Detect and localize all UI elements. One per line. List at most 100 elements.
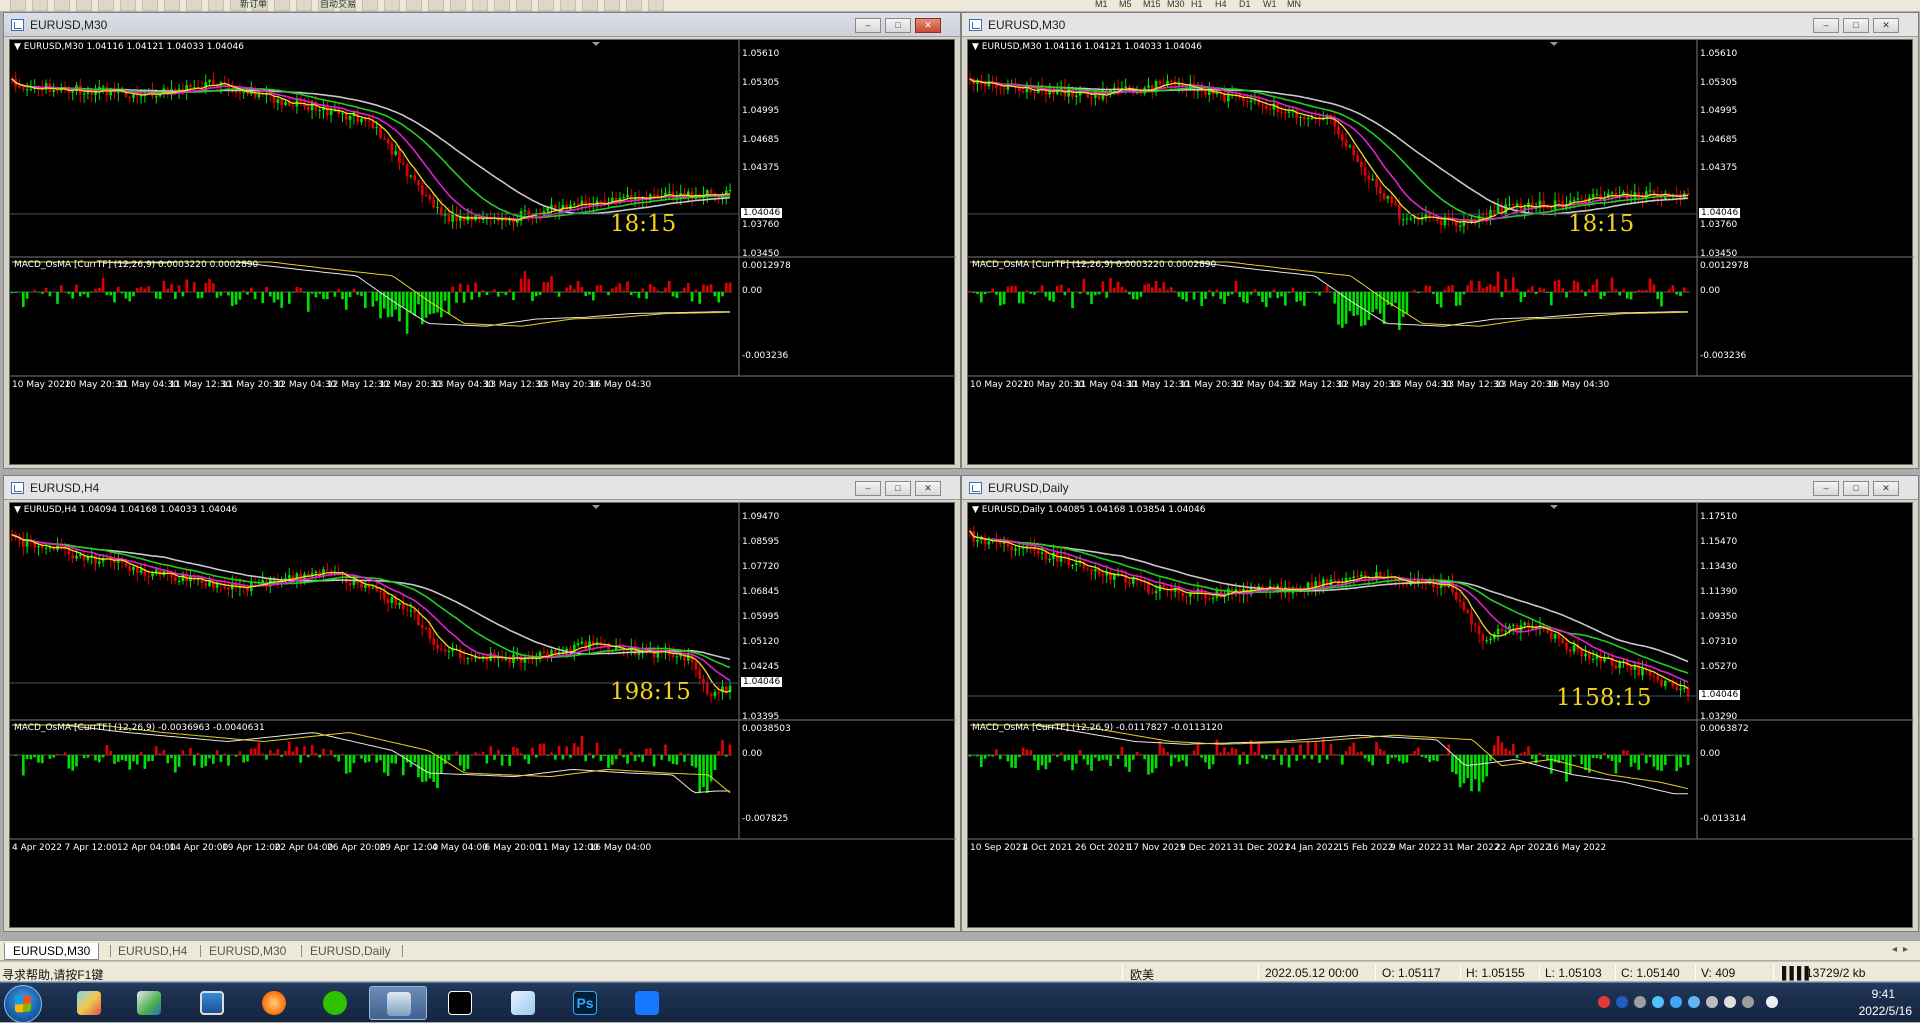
- taskbar-app-wechat[interactable]: [306, 986, 364, 1020]
- tab-eurusd-h4[interactable]: EURUSD,H4: [110, 943, 195, 960]
- toolbar-button[interactable]: [582, 0, 598, 11]
- price-axis-tick: 1.11390: [1700, 587, 1738, 597]
- toolbar-item[interactable]: H4: [1215, 0, 1227, 9]
- toolbar-button[interactable]: [142, 0, 158, 11]
- toolbar-button[interactable]: [406, 0, 422, 11]
- toolbar-button[interactable]: [98, 0, 114, 11]
- toolbar-item[interactable]: MN: [1287, 0, 1301, 9]
- toolbar-button[interactable]: [296, 0, 312, 11]
- chart-window-eurusd-daily[interactable]: EURUSD,Daily – □ ✕ ▼ EURUSD,Daily 1.0408…: [961, 475, 1919, 932]
- maximize-button[interactable]: □: [1843, 18, 1869, 33]
- toolbar-button[interactable]: [164, 0, 180, 11]
- toolbar-button[interactable]: [32, 0, 48, 11]
- chart-area[interactable]: ▼ EURUSD,H4 1.04094 1.04168 1.04033 1.04…: [9, 502, 956, 928]
- chart-area[interactable]: ▼ EURUSD,M30 1.04116 1.04121 1.04033 1.0…: [967, 39, 1914, 465]
- toolbar-item[interactable]: M5: [1119, 0, 1132, 9]
- toolbar-button[interactable]: [450, 0, 466, 11]
- help-icon[interactable]: [1616, 996, 1628, 1008]
- toolbar-button[interactable]: [538, 0, 554, 11]
- toolbar-item[interactable]: M30: [1167, 0, 1185, 9]
- input-icon[interactable]: [1742, 996, 1754, 1008]
- sogou-ime-icon[interactable]: [1598, 996, 1610, 1008]
- window-titlebar[interactable]: EURUSD,M30 – □ ✕: [4, 13, 960, 37]
- window-titlebar[interactable]: EURUSD,H4 – □ ✕: [4, 476, 960, 500]
- sync-icon[interactable]: [1652, 996, 1664, 1008]
- close-button[interactable]: ✕: [915, 18, 941, 33]
- network-icon[interactable]: [1706, 996, 1718, 1008]
- chart-window-eurusd-h4[interactable]: EURUSD,H4 – □ ✕ ▼ EURUSD,H4 1.04094 1.04…: [3, 475, 961, 932]
- toolbar-button[interactable]: [208, 0, 224, 11]
- minimize-button[interactable]: –: [855, 18, 881, 33]
- toolbar-button[interactable]: [384, 0, 400, 11]
- toolbar-item[interactable]: D1: [1239, 0, 1251, 9]
- toolbar-item[interactable]: H1: [1191, 0, 1203, 9]
- close-button[interactable]: ✕: [1873, 481, 1899, 496]
- candle-body: [1614, 192, 1618, 196]
- chart-window-eurusd-m30-b[interactable]: EURUSD,M30 – □ ✕ ▼ EURUSD,M30 1.04116 1.…: [961, 12, 1919, 469]
- window-titlebar[interactable]: EURUSD,Daily – □ ✕: [962, 476, 1918, 500]
- keyboard-icon[interactable]: [1766, 996, 1778, 1008]
- start-button-icon[interactable]: [4, 985, 42, 1023]
- taskbar-app-capcut[interactable]: [431, 986, 489, 1020]
- chart-window-icon: [969, 482, 982, 494]
- toolbar-button[interactable]: [76, 0, 92, 11]
- tab-eurusd-m30-b[interactable]: EURUSD,M30: [201, 943, 294, 960]
- tab-eurusd-m30[interactable]: EURUSD,M30: [4, 943, 100, 960]
- toolbar-item[interactable]: 自动交易: [320, 0, 356, 9]
- taskbar-app-photoshop[interactable]: Ps: [556, 986, 614, 1020]
- taskbar-app-desktop[interactable]: [183, 986, 241, 1020]
- tab-eurusd-daily[interactable]: EURUSD,Daily: [302, 943, 399, 960]
- maximize-button[interactable]: □: [1843, 481, 1869, 496]
- candle-body: [1162, 584, 1166, 588]
- taskbar-app-network[interactable]: [120, 986, 178, 1020]
- chart-window-eurusd-m30-a[interactable]: EURUSD,M30 – □ ✕ ▼ EURUSD,M30 1.04116 1.…: [3, 12, 961, 469]
- toolbar-button[interactable]: [494, 0, 510, 11]
- price-axis-tick: 1.09470: [742, 512, 780, 522]
- time-axis-tick: 29 Apr 12:00: [379, 843, 439, 853]
- minimize-button[interactable]: –: [855, 481, 881, 496]
- volume-icon[interactable]: [1724, 996, 1736, 1008]
- candle-body: [1614, 665, 1618, 669]
- shield-icon[interactable]: [1670, 996, 1682, 1008]
- clock-date[interactable]: 2022/5/16: [1859, 1004, 1912, 1018]
- tab-scroll-arrows[interactable]: ◂▸: [1892, 944, 1914, 955]
- security-icon[interactable]: [1688, 996, 1700, 1008]
- candle-body: [1454, 591, 1458, 600]
- toolbar-button[interactable]: [186, 0, 202, 11]
- time-axis-tick: 16 May 04:30: [1547, 380, 1610, 390]
- close-button[interactable]: ✕: [915, 481, 941, 496]
- toolbar-button[interactable]: [516, 0, 532, 11]
- taskbar-app-notepad[interactable]: [494, 986, 552, 1020]
- taskbar-app-edit[interactable]: [618, 986, 676, 1020]
- close-button[interactable]: ✕: [1873, 18, 1899, 33]
- toolbar-button[interactable]: [626, 0, 642, 11]
- toolbar-button[interactable]: [362, 0, 378, 11]
- maximize-button[interactable]: □: [885, 18, 911, 33]
- window-titlebar[interactable]: EURUSD,M30 – □ ✕: [962, 13, 1918, 37]
- toolbar-button[interactable]: [472, 0, 488, 11]
- toolbar-item[interactable]: M15: [1143, 0, 1161, 9]
- toolbar-item[interactable]: 新订单: [240, 0, 267, 9]
- candle-body: [1002, 88, 1006, 90]
- toolbar-button[interactable]: [274, 0, 290, 11]
- toolbar-button[interactable]: [560, 0, 576, 11]
- toolbar-button[interactable]: [54, 0, 70, 11]
- toolbar-item[interactable]: M1: [1095, 0, 1108, 9]
- toolbar-button[interactable]: [428, 0, 444, 11]
- chart-area[interactable]: ▼ EURUSD,Daily 1.04085 1.04168 1.03854 1…: [967, 502, 1914, 928]
- taskbar-app-browser[interactable]: [245, 986, 303, 1020]
- toolbar-button[interactable]: [120, 0, 136, 11]
- toolbar-button[interactable]: [10, 0, 26, 11]
- minimize-button[interactable]: –: [1813, 481, 1839, 496]
- taskbar-app-maps[interactable]: [60, 986, 118, 1020]
- chart-area[interactable]: ▼ EURUSD,M30 1.04116 1.04121 1.04033 1.0…: [9, 39, 956, 465]
- toolbar-button[interactable]: [648, 0, 664, 11]
- minimize-button[interactable]: –: [1813, 18, 1839, 33]
- maximize-button[interactable]: □: [885, 481, 911, 496]
- toolbar-item[interactable]: W1: [1263, 0, 1277, 9]
- clock-time[interactable]: 9:41: [1872, 987, 1895, 1001]
- candle-body: [1295, 109, 1299, 118]
- taskbar-app-mt4[interactable]: [369, 986, 427, 1020]
- notification-icon[interactable]: [1634, 996, 1646, 1008]
- toolbar-button[interactable]: [604, 0, 620, 11]
